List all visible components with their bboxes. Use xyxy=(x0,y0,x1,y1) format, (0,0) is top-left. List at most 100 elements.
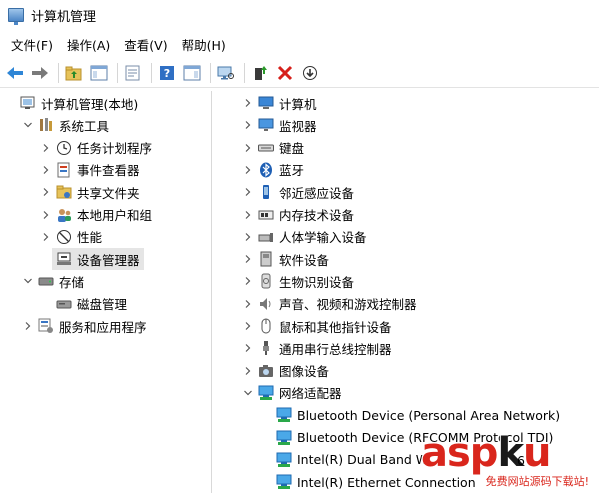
network-adapter-icon xyxy=(276,407,292,423)
shared-folders-icon xyxy=(56,184,72,200)
tree-item-label: 图像设备 xyxy=(279,364,330,380)
toolbar: ? xyxy=(0,58,599,88)
tree-item-label: Intel(R) Dual Band W xyxy=(297,452,429,468)
properties-icon xyxy=(124,65,142,81)
watermark-logo: aspku xyxy=(421,430,552,476)
scan-hardware-icon xyxy=(217,65,235,81)
tree-item[interactable]: Bluetooth Device (Personal Area Network) xyxy=(260,404,560,426)
menu-item-2[interactable]: 查看(V) xyxy=(117,35,174,54)
update-driver-button[interactable] xyxy=(249,62,271,84)
action-pane-button[interactable] xyxy=(181,62,203,84)
toolbar-separator xyxy=(117,62,118,83)
expand-chevron-icon[interactable] xyxy=(242,298,254,310)
expand-chevron-icon[interactable] xyxy=(40,209,52,221)
collapse-chevron-icon[interactable] xyxy=(22,275,34,287)
expand-chevron-icon[interactable] xyxy=(242,342,254,354)
back-button[interactable] xyxy=(4,62,26,84)
proximity-icon xyxy=(258,184,274,200)
computer-mgmt-icon xyxy=(20,95,36,111)
forward-button[interactable] xyxy=(29,62,51,84)
expand-chevron-icon[interactable] xyxy=(40,186,52,198)
disable-button[interactable] xyxy=(299,62,321,84)
tree-item[interactable]: 通用串行总线控制器 xyxy=(242,337,392,359)
console-tree-pane[interactable]: 服务和应用程序 磁盘管理 存储 设备管理器 性能 本地用户和组 共享文件夹 事件查看器 任务计划… xyxy=(0,91,212,493)
expand-chevron-icon[interactable] xyxy=(242,209,254,221)
software-device-icon xyxy=(258,251,274,267)
expand-chevron-icon[interactable] xyxy=(40,231,52,243)
tree-item[interactable]: 邻近感应设备 xyxy=(242,181,354,203)
forward-icon xyxy=(31,65,49,81)
help-button[interactable]: ? xyxy=(156,62,178,84)
expand-chevron-icon[interactable] xyxy=(242,253,254,265)
tree-item-label: 网络适配器 xyxy=(279,386,342,402)
tree-item[interactable]: 内存技术设备 xyxy=(242,204,354,226)
memory-device-icon xyxy=(258,207,274,223)
expand-chevron-icon[interactable] xyxy=(242,365,254,377)
scan-hardware-button[interactable] xyxy=(215,62,237,84)
expand-chevron-icon[interactable] xyxy=(242,142,254,154)
tree-item[interactable]: 性能 xyxy=(40,226,102,248)
tree-item[interactable]: 监视器 xyxy=(242,114,317,136)
expand-chevron-icon[interactable] xyxy=(40,142,52,154)
up-folder-button[interactable] xyxy=(63,62,85,84)
tree-item[interactable]: 事件查看器 xyxy=(40,159,140,181)
expand-chevron-icon[interactable] xyxy=(242,186,254,198)
tree-item-label: 声音、视频和游戏控制器 xyxy=(279,297,417,313)
tree-item[interactable]: 键盘 xyxy=(242,137,304,159)
collapse-chevron-icon[interactable] xyxy=(242,387,254,399)
keyboard-icon xyxy=(258,140,274,156)
tree-item[interactable]: 网络适配器 xyxy=(242,382,342,404)
tree-item-label: 蓝牙 xyxy=(279,163,305,179)
expand-chevron-icon[interactable] xyxy=(40,164,52,176)
menu-item-0[interactable]: 文件(F) xyxy=(4,35,60,54)
tree-item-label: 生物识别设备 xyxy=(279,274,355,290)
tree-item[interactable]: 任务计划程序 xyxy=(40,137,152,159)
tree-item[interactable]: 软件设备 xyxy=(242,248,329,270)
menu-item-1[interactable]: 操作(A) xyxy=(60,35,117,54)
expand-chevron-icon[interactable] xyxy=(242,231,254,243)
svg-text:?: ? xyxy=(164,67,170,80)
tree-item-label: 设备管理器 xyxy=(77,252,140,268)
tree-item[interactable]: 本地用户和组 xyxy=(40,204,152,226)
tree-item[interactable]: 共享文件夹 xyxy=(40,181,140,203)
tree-item[interactable]: 存储 xyxy=(22,270,84,292)
expand-chevron-icon[interactable] xyxy=(242,320,254,332)
uninstall-button[interactable] xyxy=(274,62,296,84)
tree-item[interactable]: 设备管理器 xyxy=(52,248,144,271)
expand-chevron-icon[interactable] xyxy=(242,97,254,109)
tree-item[interactable]: Intel(R) Dual Band W xyxy=(260,449,428,471)
tree-item-label: 系统工具 xyxy=(59,118,110,134)
collapse-chevron-icon[interactable] xyxy=(22,119,34,131)
no-expander xyxy=(260,432,272,444)
network-adapter-icon xyxy=(258,385,274,401)
no-expander xyxy=(260,454,272,466)
expand-chevron-icon[interactable] xyxy=(22,320,34,332)
up-folder-icon xyxy=(65,65,83,81)
mouse-icon xyxy=(258,318,274,334)
title-bar: 计算机管理 xyxy=(0,0,599,30)
tree-item[interactable]: 鼠标和其他指针设备 xyxy=(242,315,392,337)
tree-item[interactable]: 磁盘管理 xyxy=(40,293,127,315)
expand-chevron-icon[interactable] xyxy=(242,119,254,131)
tree-item[interactable]: 声音、视频和游戏控制器 xyxy=(242,293,417,315)
tree-item[interactable]: 人体学输入设备 xyxy=(242,226,367,248)
tree-item[interactable]: 生物识别设备 xyxy=(242,270,354,292)
task-scheduler-icon xyxy=(56,140,72,156)
system-tools-icon xyxy=(38,117,54,133)
menu-item-3[interactable]: 帮助(H) xyxy=(175,35,233,54)
imaging-device-icon xyxy=(258,363,274,379)
tree-item[interactable]: 计算机管理(本地) xyxy=(4,92,138,114)
tree-item[interactable]: 图像设备 xyxy=(242,360,329,382)
tree-item[interactable]: 蓝牙 xyxy=(242,159,304,181)
tree-item[interactable]: 系统工具 xyxy=(22,114,109,136)
tree-item[interactable]: 服务和应用程序 xyxy=(22,315,147,337)
watermark-tagline: 免费网站源码下载站! xyxy=(483,473,591,489)
disable-icon xyxy=(301,65,319,81)
properties-button[interactable] xyxy=(122,62,144,84)
expand-chevron-icon[interactable] xyxy=(242,275,254,287)
tree-item[interactable]: 计算机 xyxy=(242,92,317,114)
expand-chevron-icon[interactable] xyxy=(242,164,254,176)
tree-item-label: 监视器 xyxy=(279,118,317,134)
show-tree-button[interactable] xyxy=(88,62,110,84)
device-tree-pane[interactable]: Intel(R) Ethernet Connection Intel(R) Dua… xyxy=(214,91,599,493)
